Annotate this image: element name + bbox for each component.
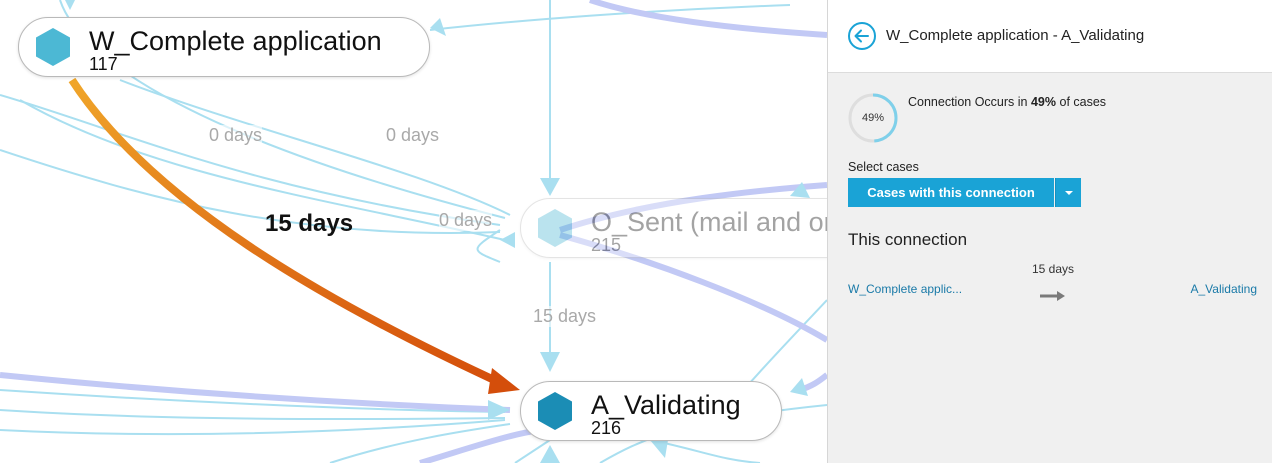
active-edge-arrowhead	[488, 368, 520, 394]
node-title: A_Validating	[591, 390, 741, 420]
active-edge-label: 15 days	[265, 210, 354, 237]
connection-details-panel: W_Complete application - A_Validating 49…	[827, 0, 1272, 463]
arrowhead	[430, 18, 446, 36]
arrowhead	[488, 400, 510, 420]
edge[interactable]	[0, 149, 501, 235]
arrowhead	[65, 0, 75, 10]
node-o-sent[interactable]: O_Sent (mail and online) 215	[520, 198, 827, 258]
connection-to-link[interactable]: A_Validating	[1191, 282, 1258, 296]
select-cases-dropdown-button[interactable]	[1055, 178, 1081, 207]
arrowhead	[540, 445, 560, 463]
connection-duration: 15 days	[1031, 262, 1075, 276]
edge-label: 0 days	[209, 125, 263, 146]
activity-hexagon-icon	[538, 209, 572, 247]
arrowhead	[500, 232, 515, 248]
edge-label: 0 days	[386, 125, 440, 146]
arrow-right-icon	[1040, 291, 1065, 301]
occurrence-text: Connection Occurs in 49% of cases	[908, 95, 1106, 109]
node-title: O_Sent (mail and online)	[591, 207, 827, 237]
arrowhead	[540, 178, 560, 196]
occurrence-percent: 49%	[1030, 95, 1057, 109]
activity-hexagon-icon	[538, 392, 572, 430]
node-count: 216	[591, 418, 622, 438]
select-cases-label: Select cases	[848, 160, 919, 174]
select-cases-button-group: Cases with this connection	[848, 178, 1081, 207]
activity-hexagon-icon	[36, 28, 70, 66]
occurrence-suffix: of cases	[1056, 95, 1107, 109]
edge[interactable]	[0, 94, 501, 226]
process-map-canvas[interactable]: 0 days 0 days 0 days 15 days 15 days W_C…	[0, 0, 827, 463]
arrowhead	[540, 352, 560, 372]
connection-from-link[interactable]: W_Complete applic...	[848, 282, 962, 296]
percent-label: 49%	[861, 112, 885, 124]
edge[interactable]	[589, 0, 827, 38]
arrowhead	[650, 440, 668, 458]
occurrence-prefix: Connection Occurs in	[908, 95, 1031, 109]
node-count: 117	[89, 54, 118, 74]
cases-with-connection-button[interactable]: Cases with this connection	[848, 178, 1054, 207]
node-a-validating[interactable]: A_Validating 216	[520, 381, 782, 441]
caret-down-icon	[1064, 190, 1073, 195]
panel-header: W_Complete application - A_Validating	[828, 0, 1272, 73]
node-count: 215	[591, 235, 622, 255]
edge-label: 0 days	[439, 210, 493, 231]
edge-label: 15 days	[533, 306, 597, 327]
panel-title: W_Complete application - A_Validating	[886, 27, 1145, 44]
node-title: W_Complete application	[89, 26, 382, 56]
arrow-left-circle-icon[interactable]	[847, 21, 877, 51]
node-w-complete-application[interactable]: W_Complete application 117	[18, 17, 430, 77]
edge[interactable]	[0, 419, 506, 436]
this-connection-heading: This connection	[848, 230, 968, 249]
